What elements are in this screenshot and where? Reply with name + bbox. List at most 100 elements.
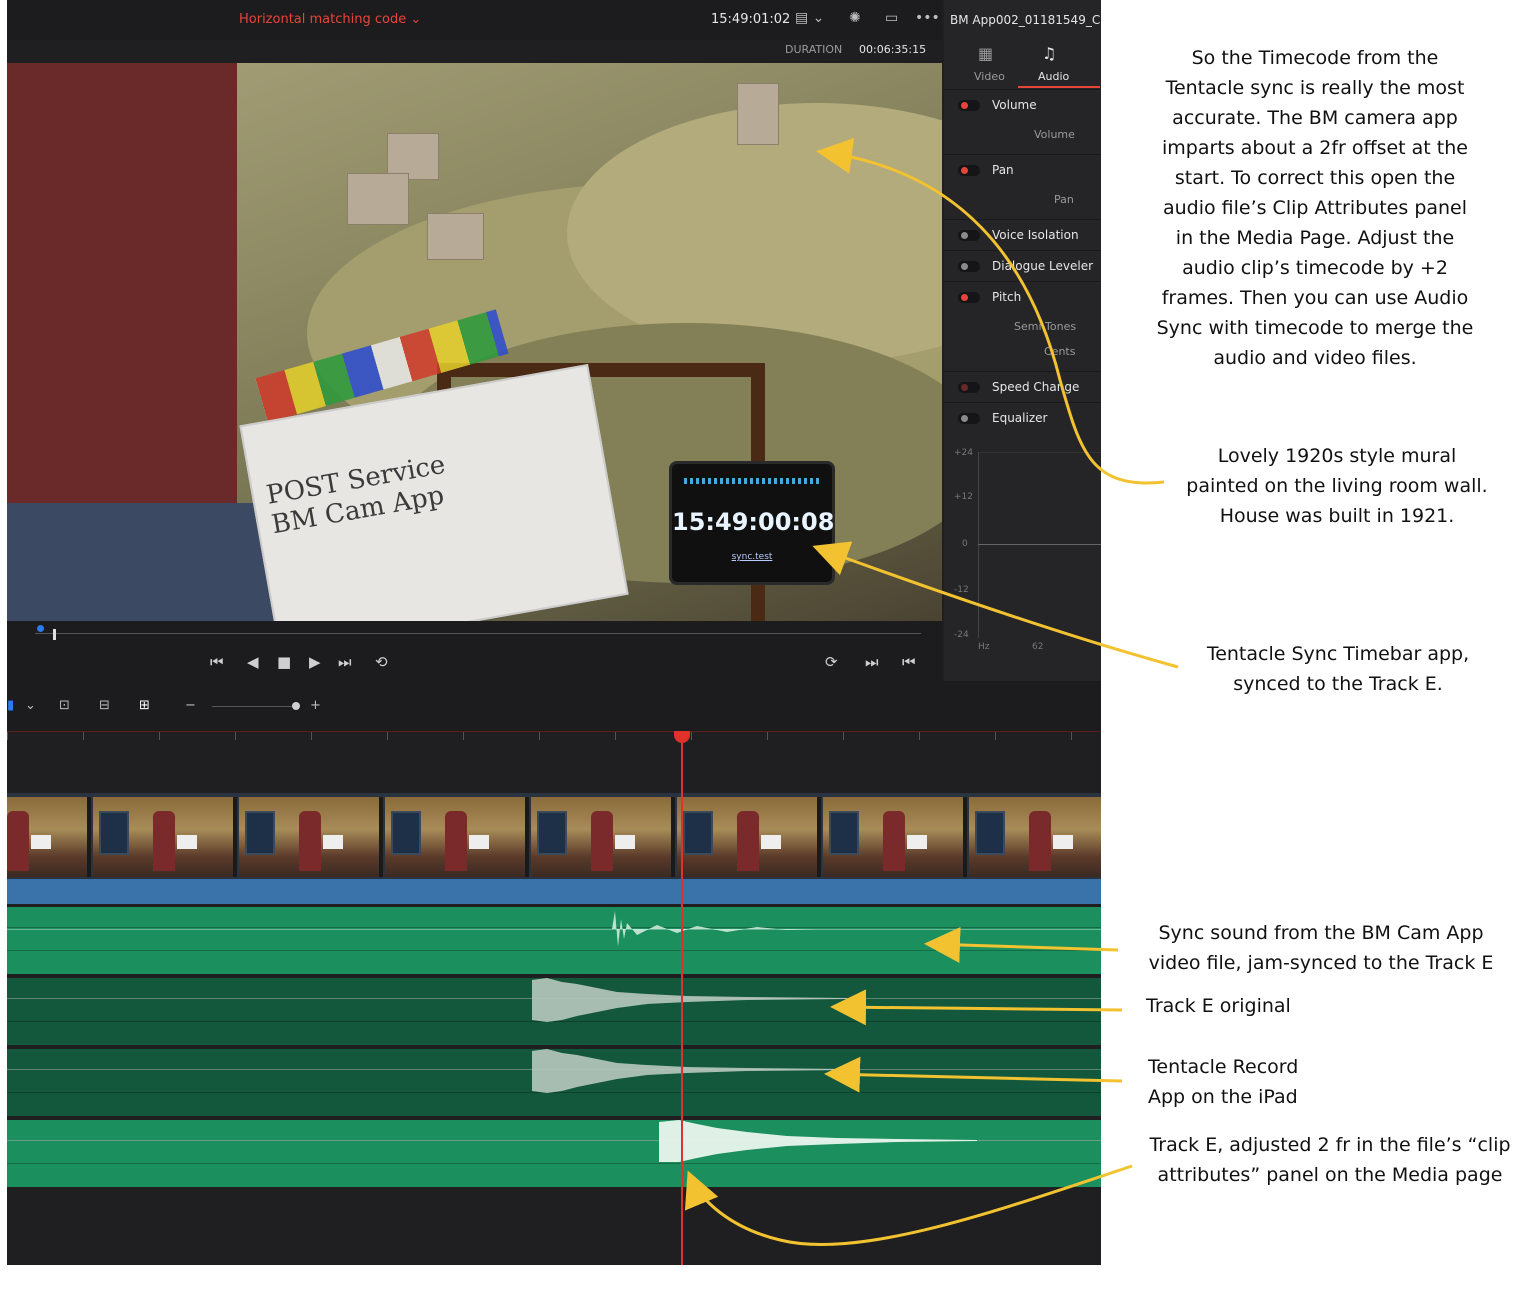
cents-label: Cents [1044, 345, 1076, 358]
thumbnail-slate [615, 835, 635, 849]
zoom-in-icon[interactable]: + [310, 698, 321, 713]
play-icon[interactable]: ▶ [309, 653, 321, 671]
ipad-timebar: 15:49:00:08 sync.test [669, 461, 835, 585]
ruler-tick [539, 732, 540, 740]
thumbnail-person [737, 811, 759, 871]
eq-x-label: 62 [1032, 642, 1044, 652]
volume-sub-label: Volume [1034, 128, 1075, 141]
audio-waveform [659, 1120, 977, 1162]
tab-audio[interactable]: Audio [1038, 70, 1069, 83]
annotation-timecode-note: So the Timecode from the Tentacle sync i… [1156, 47, 1474, 369]
ruler-tick [919, 732, 920, 740]
flag-icon[interactable]: ▮ [7, 698, 14, 713]
audio-track-e-original[interactable] [7, 978, 1101, 1045]
music-note-icon[interactable]: ♫ [1042, 44, 1056, 63]
inspector-row-pitch: Pitch Semi Tones Cents [944, 281, 1101, 371]
viewer-topbar: Horizontal matching code ⌄ 15:49:01:02 ▤… [7, 0, 942, 40]
clip-name-dropdown[interactable]: Horizontal matching code ⌄ [239, 12, 421, 27]
zoom-slider-knob[interactable] [292, 702, 300, 710]
duration-label: DURATION [785, 43, 843, 56]
thumbnail-window [829, 811, 859, 855]
video-thumbnail [969, 797, 1101, 877]
ruler-tick [311, 732, 312, 740]
annotation-tentacle-record-note: Tentacle Record App on the iPad [1148, 1056, 1299, 1108]
thumbnail-window [975, 811, 1005, 855]
thumbnail-slate [31, 835, 51, 849]
eq-zero-line [978, 544, 1101, 545]
thumbnail-slate [177, 835, 197, 849]
go-to-end-icon[interactable]: ⏭ [338, 653, 352, 671]
inspector-panel: BM App002_01181549_C ▦ Video ♫ Audio Vol… [944, 0, 1101, 681]
annotation-track-e-note: Track E original [1146, 995, 1291, 1017]
loop-icon[interactable]: ⟲ [375, 653, 388, 671]
audio-waveform [532, 978, 847, 1022]
video-thumbnail [93, 797, 237, 877]
chevron-down-icon: ⌄ [410, 12, 422, 27]
next-edit-icon[interactable]: ⏭ [865, 653, 879, 671]
thumbnail-window [245, 811, 275, 855]
equalizer-graph[interactable]: +24 +12 0 -12 -24 Hz 62 [944, 440, 1101, 655]
equalizer-toggle[interactable] [958, 413, 980, 424]
speed-change-label: Speed Change [992, 380, 1080, 394]
viewer-scrubber[interactable] [7, 621, 942, 645]
thumbnail-person [445, 811, 467, 871]
equalizer-label: Equalizer [992, 411, 1048, 425]
thumbnail-person [299, 811, 321, 871]
eq-x-label: Hz [978, 642, 990, 652]
go-to-start-icon[interactable]: ⏮ [210, 653, 224, 671]
in-point-marker[interactable] [37, 625, 44, 632]
audio-track-tentacle-record[interactable] [7, 1049, 1101, 1116]
audio-track-bm-cam-sync[interactable] [7, 907, 1101, 974]
annotation-mural-note: Lovely 1920s style mural painted on the … [1186, 445, 1488, 527]
color-picker-icon[interactable]: ✺ [849, 10, 861, 26]
video-thumbnail [239, 797, 383, 877]
more-options-icon[interactable]: ••• [915, 10, 940, 26]
dialogue-leveler-toggle[interactable] [958, 261, 980, 272]
zoom-slider-track[interactable] [212, 706, 297, 707]
annotation-adjusted-note: Track E, adjusted 2 fr in the file’s “cl… [1149, 1134, 1511, 1186]
chevron-down-icon[interactable]: ⌄ [25, 698, 36, 713]
volume-toggle[interactable] [958, 100, 980, 111]
mural-house [737, 83, 779, 145]
mural-house [427, 213, 484, 260]
video-viewer[interactable]: POST Service BM Cam App 15:49:00:08 sync… [7, 63, 942, 621]
zoom-full-icon[interactable]: ⊡ [59, 698, 70, 713]
video-thumbnail [677, 797, 821, 877]
video-track-v1[interactable] [7, 793, 1101, 879]
scrub-track[interactable] [35, 633, 921, 634]
audio-track-e-adjusted[interactable] [7, 1120, 1101, 1187]
ruler-tick [83, 732, 84, 740]
inspector-row-pan: Pan Pan [944, 154, 1101, 219]
viewer-mode-icon[interactable]: ▭ [885, 10, 898, 26]
film-strip-icon[interactable]: ▦ [978, 44, 993, 63]
speed-change-toggle[interactable] [958, 382, 980, 393]
ruler-tick [463, 732, 464, 740]
ruler-tick [387, 732, 388, 740]
timeline-ruler[interactable] [7, 731, 1101, 794]
pan-sub-label: Pan [1054, 193, 1074, 206]
transport-controls: ⏮ ◀ ■ ▶ ⏭ ⟲ ⟳ ⏭ ⏮ [7, 645, 942, 681]
scrub-playhead[interactable] [53, 629, 56, 640]
zoom-detail-icon[interactable]: ⊟ [99, 698, 110, 713]
play-reverse-icon[interactable]: ◀ [247, 653, 259, 671]
video-clip-audio-bar[interactable] [7, 879, 1101, 904]
pan-toggle[interactable] [958, 165, 980, 176]
stop-icon[interactable]: ■ [277, 653, 291, 671]
eq-label: -24 [954, 630, 969, 640]
tab-video[interactable]: Video [974, 70, 1005, 83]
previous-edit-icon[interactable]: ⏮ [902, 653, 916, 671]
thumbnail-slate [1053, 835, 1073, 849]
thumbnail-person [883, 811, 905, 871]
pitch-toggle[interactable] [958, 292, 980, 303]
zoom-out-icon[interactable]: − [185, 698, 196, 713]
inspector-row-volume: Volume Volume [944, 89, 1101, 154]
ruler-tick [691, 732, 692, 740]
viewer-quality-icon[interactable]: ▤ ⌄ [795, 10, 824, 26]
pan-label: Pan [992, 163, 1014, 177]
voice-isolation-toggle[interactable] [958, 230, 980, 241]
audio-waveform [612, 911, 817, 947]
ruler-tick [159, 732, 160, 740]
timeline-playhead[interactable] [681, 731, 683, 1265]
zoom-custom-icon[interactable]: ⊞ [139, 698, 150, 713]
match-frame-icon[interactable]: ⟳ [825, 653, 838, 671]
